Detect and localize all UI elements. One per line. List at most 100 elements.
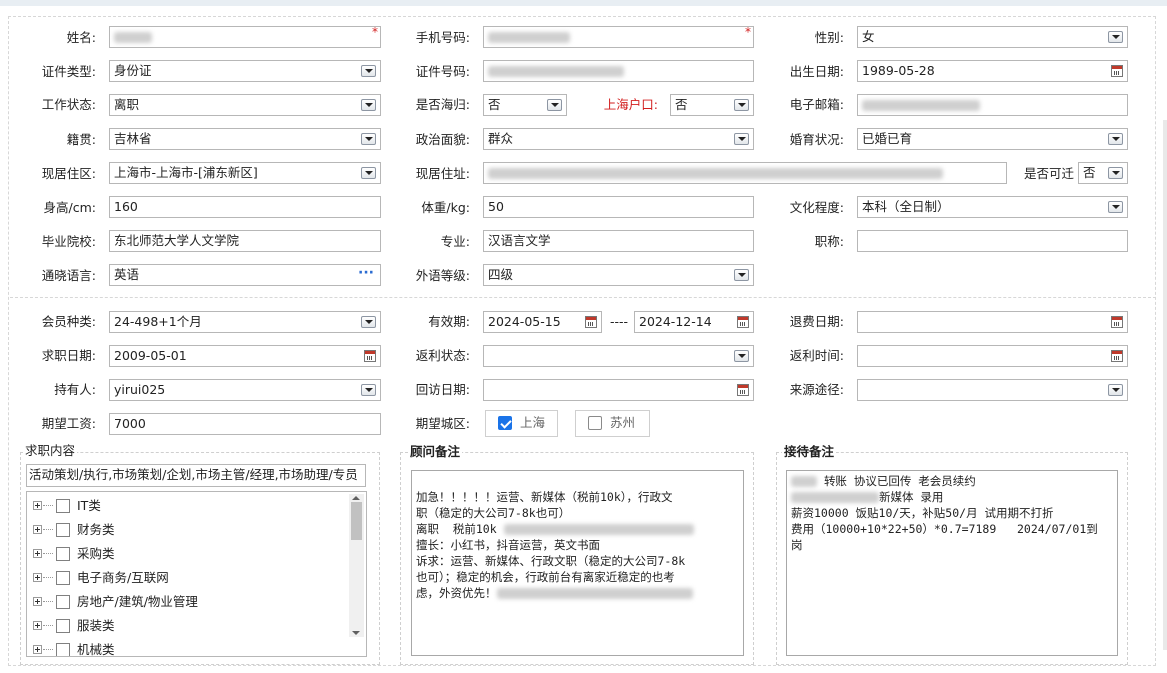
checkbox-icon[interactable] <box>56 571 70 585</box>
validity-to-field[interactable]: 2024-12-14 <box>634 311 754 333</box>
chevron-down-icon[interactable] <box>1108 201 1123 213</box>
refund-date-field[interactable] <box>857 311 1128 333</box>
calendar-icon[interactable] <box>1111 65 1123 77</box>
major-field[interactable]: 汉语言文学 <box>483 230 754 252</box>
residence-area-select[interactable]: 上海市-上海市-[浦东新区] <box>109 162 381 184</box>
job-date-field[interactable]: 2009-05-01 <box>109 345 381 367</box>
note-line: 岗 <box>791 538 803 552</box>
source-select[interactable] <box>857 379 1128 401</box>
page-scrollbar[interactable] <box>1163 120 1167 650</box>
chevron-down-icon[interactable] <box>361 316 376 328</box>
chevron-down-icon[interactable] <box>1108 167 1123 179</box>
calendar-icon[interactable] <box>364 350 376 362</box>
scroll-up-icon[interactable] <box>352 496 360 500</box>
member-type-select[interactable]: 24-498+1个月 <box>109 311 381 333</box>
expand-icon[interactable] <box>33 621 42 630</box>
tree-scrollbar[interactable] <box>349 494 364 637</box>
native-place-select[interactable]: 吉林省 <box>109 128 381 150</box>
rebate-status-select[interactable] <box>483 345 754 367</box>
chevron-down-icon[interactable] <box>361 65 376 77</box>
job-content-summary[interactable]: 活动策划/执行,市场策划/企划,市场主管/经理,市场助理/专员 <box>26 464 366 487</box>
advisor-notes-textarea[interactable]: 加急！！！！！运营、新媒体（税前10k），行政文 职（稳定的大公司7-8k也可）… <box>411 470 744 656</box>
calendar-icon[interactable] <box>1111 316 1123 328</box>
chevron-down-icon[interactable] <box>361 99 376 111</box>
chevron-down-icon[interactable] <box>734 350 749 362</box>
weight-field[interactable]: 50 <box>483 196 754 218</box>
height-label: 身高/cm: <box>43 200 96 215</box>
expand-icon[interactable] <box>33 645 42 654</box>
gender-select[interactable]: 女 <box>857 26 1128 48</box>
expand-icon[interactable] <box>33 501 42 510</box>
salary-label: 期望工资: <box>41 416 96 431</box>
visit-date-field[interactable] <box>483 379 754 401</box>
scrollbar-thumb[interactable] <box>351 502 362 540</box>
job-content-title: 求职内容 <box>23 443 78 459</box>
checkbox-icon[interactable] <box>56 643 70 656</box>
more-icon[interactable]: ··· <box>358 265 374 283</box>
residence-addr-field[interactable] <box>483 162 1007 184</box>
chevron-down-icon[interactable] <box>361 133 376 145</box>
chevron-down-icon[interactable] <box>361 167 376 179</box>
holder-label: 持有人: <box>54 382 96 397</box>
chevron-down-icon[interactable] <box>734 269 749 281</box>
note-line: 薪资10000 饭贴10/天，补贴50/月 试用期不打折 <box>791 506 1054 520</box>
sh-hukou-label: 上海户口: <box>603 97 658 112</box>
expand-icon[interactable] <box>33 525 42 534</box>
checkbox-icon[interactable] <box>56 523 70 537</box>
job-title-field[interactable] <box>857 230 1128 252</box>
rebate-time-field[interactable] <box>857 345 1128 367</box>
chevron-down-icon[interactable] <box>547 99 562 111</box>
work-status-select[interactable]: 离职 <box>109 94 381 116</box>
masked-value <box>791 492 879 503</box>
holder-select[interactable]: yirui025 <box>109 379 381 401</box>
id-type-select[interactable]: 身份证 <box>109 60 381 82</box>
birth-date-field[interactable]: 1989-05-28 <box>857 60 1128 82</box>
work-status-value: 离职 <box>114 97 140 112</box>
chevron-down-icon[interactable] <box>1108 384 1123 396</box>
languages-field[interactable]: 英语 ··· <box>109 264 381 286</box>
validity-from-value: 2024-05-15 <box>488 314 561 329</box>
scroll-down-icon[interactable] <box>352 631 360 635</box>
chevron-down-icon[interactable] <box>734 99 749 111</box>
calendar-icon[interactable] <box>585 316 597 328</box>
calendar-icon[interactable] <box>1111 350 1123 362</box>
id-number-field[interactable] <box>483 60 754 82</box>
checkbox-icon[interactable] <box>56 595 70 609</box>
email-field[interactable] <box>857 94 1128 116</box>
marital-select[interactable]: 已婚已育 <box>857 128 1128 150</box>
chevron-down-icon[interactable] <box>1108 31 1123 43</box>
chevron-down-icon[interactable] <box>734 133 749 145</box>
foreign-level-select[interactable]: 四级 <box>483 264 754 286</box>
expand-icon[interactable] <box>33 573 42 582</box>
checkbox-checked-icon[interactable] <box>498 416 512 430</box>
checkbox-icon[interactable] <box>56 619 70 633</box>
residence-addr-label: 现居住址: <box>415 166 470 181</box>
salary-field[interactable]: 7000 <box>109 413 381 435</box>
returnee-select[interactable]: 否 <box>483 94 567 116</box>
political-select[interactable]: 群众 <box>483 128 754 150</box>
expand-icon[interactable] <box>33 597 42 606</box>
chevron-down-icon[interactable] <box>1108 133 1123 145</box>
validity-from-field[interactable]: 2024-05-15 <box>483 311 602 333</box>
checkbox-icon[interactable] <box>56 547 70 561</box>
top-strip <box>0 0 1167 6</box>
calendar-icon[interactable] <box>737 384 749 396</box>
expand-icon[interactable] <box>33 549 42 558</box>
checkbox-icon[interactable] <box>56 499 70 513</box>
city-option-suzhou[interactable]: 苏州 <box>575 410 650 437</box>
reception-notes-textarea[interactable]: 转账 协议已回传 老会员续约 新媒体 录用 薪资10000 饭贴10/天，补贴5… <box>786 470 1118 656</box>
name-field[interactable]: * <box>109 26 381 48</box>
school-field[interactable]: 东北师范大学人文学院 <box>109 230 381 252</box>
holder-value: yirui025 <box>114 382 166 397</box>
note-line: 加急！！！！！运营、新媒体（税前10k），行政文 <box>416 490 673 504</box>
relocatable-select[interactable]: 否 <box>1078 162 1128 184</box>
education-select[interactable]: 本科（全日制） <box>857 196 1128 218</box>
height-field[interactable]: 160 <box>109 196 381 218</box>
chevron-down-icon[interactable] <box>361 384 376 396</box>
salary-value: 7000 <box>114 416 146 431</box>
calendar-icon[interactable] <box>737 316 749 328</box>
checkbox-unchecked-icon[interactable] <box>588 416 602 430</box>
phone-field[interactable]: * <box>483 26 754 48</box>
sh-hukou-select[interactable]: 否 <box>670 94 754 116</box>
city-option-shanghai[interactable]: 上海 <box>485 410 558 437</box>
